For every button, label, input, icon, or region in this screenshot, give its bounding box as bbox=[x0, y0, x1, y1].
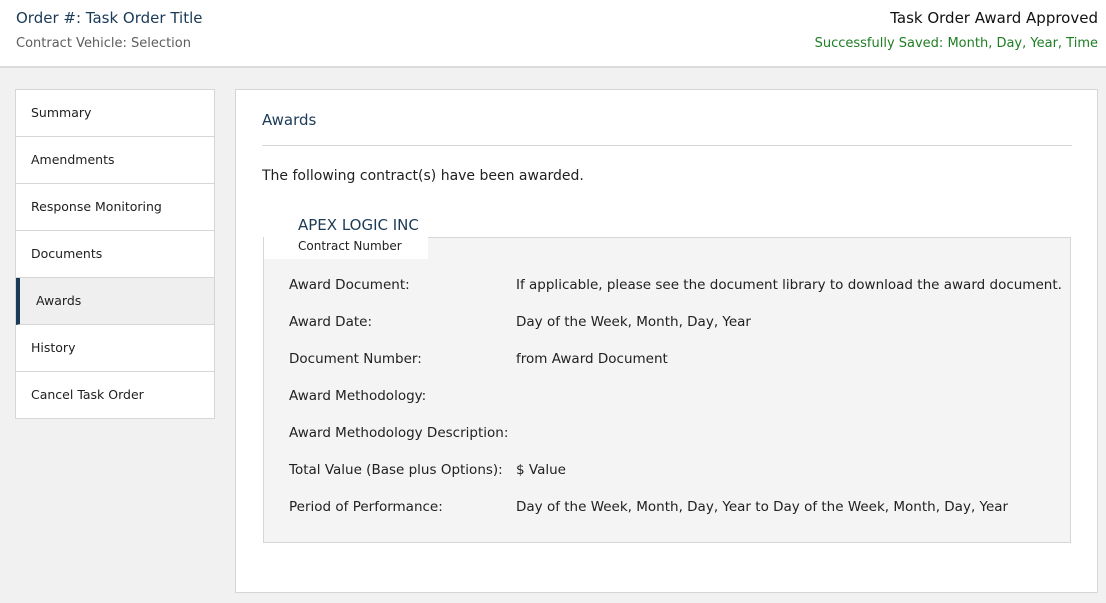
field-label: Award Methodology: bbox=[289, 388, 427, 404]
field-label: Award Document: bbox=[289, 277, 410, 293]
sidebar-item-documents[interactable]: Documents bbox=[16, 231, 214, 278]
field-label: Total Value (Base plus Options): bbox=[289, 462, 503, 478]
field-label: Award Methodology Description: bbox=[289, 425, 509, 441]
field-value: from Award Document bbox=[516, 351, 668, 367]
field-value: $ Value bbox=[516, 462, 566, 478]
contract-vehicle: Contract Vehicle: Selection bbox=[16, 36, 191, 51]
award-fields: Award Document: If applicable, please se… bbox=[289, 274, 1069, 533]
sidebar-item-cancel-task-order[interactable]: Cancel Task Order bbox=[16, 372, 214, 418]
field-row-period-of-performance: Period of Performance: Day of the Week, … bbox=[289, 496, 1069, 533]
sidebar-item-summary[interactable]: Summary bbox=[16, 90, 214, 137]
sidebar-item-response-monitoring[interactable]: Response Monitoring bbox=[16, 184, 214, 231]
field-value: Day of the Week, Month, Day, Year bbox=[516, 314, 751, 330]
field-label: Award Date: bbox=[289, 314, 372, 330]
main-panel: Awards The following contract(s) have be… bbox=[235, 89, 1098, 593]
vendor-name: APEX LOGIC INC bbox=[298, 216, 419, 234]
field-value: Day of the Week, Month, Day, Year to Day… bbox=[516, 499, 1009, 515]
saved-status: Successfully Saved: Month, Day, Year, Ti… bbox=[814, 36, 1098, 51]
field-label: Period of Performance: bbox=[289, 499, 443, 515]
field-row-award-date: Award Date: Day of the Week, Month, Day,… bbox=[289, 311, 1069, 348]
field-label: Document Number: bbox=[289, 351, 422, 367]
field-row-award-methodology-description: Award Methodology Description: bbox=[289, 422, 1069, 459]
intro-text: The following contract(s) have been awar… bbox=[262, 168, 584, 184]
order-status: Task Order Award Approved bbox=[890, 9, 1098, 27]
sidebar-item-awards[interactable]: Awards bbox=[16, 278, 214, 325]
field-row-award-methodology: Award Methodology: bbox=[289, 385, 1069, 422]
sidebar-nav: Summary Amendments Response Monitoring D… bbox=[15, 89, 215, 419]
page-title: Awards bbox=[262, 111, 317, 129]
field-row-total-value: Total Value (Base plus Options): $ Value bbox=[289, 459, 1069, 496]
award-legend: APEX LOGIC INC Contract Number bbox=[264, 212, 428, 259]
field-value: If applicable, please see the document l… bbox=[516, 277, 1062, 293]
order-title: Order #: Task Order Title bbox=[16, 9, 203, 27]
title-divider bbox=[262, 145, 1072, 146]
field-row-document-number: Document Number: from Award Document bbox=[289, 348, 1069, 385]
sidebar-item-amendments[interactable]: Amendments bbox=[16, 137, 214, 184]
page-header: Order #: Task Order Title Contract Vehic… bbox=[0, 0, 1106, 68]
sidebar-item-history[interactable]: History bbox=[16, 325, 214, 372]
field-row-award-document: Award Document: If applicable, please se… bbox=[289, 274, 1069, 311]
contract-number-label: Contract Number bbox=[298, 239, 402, 253]
